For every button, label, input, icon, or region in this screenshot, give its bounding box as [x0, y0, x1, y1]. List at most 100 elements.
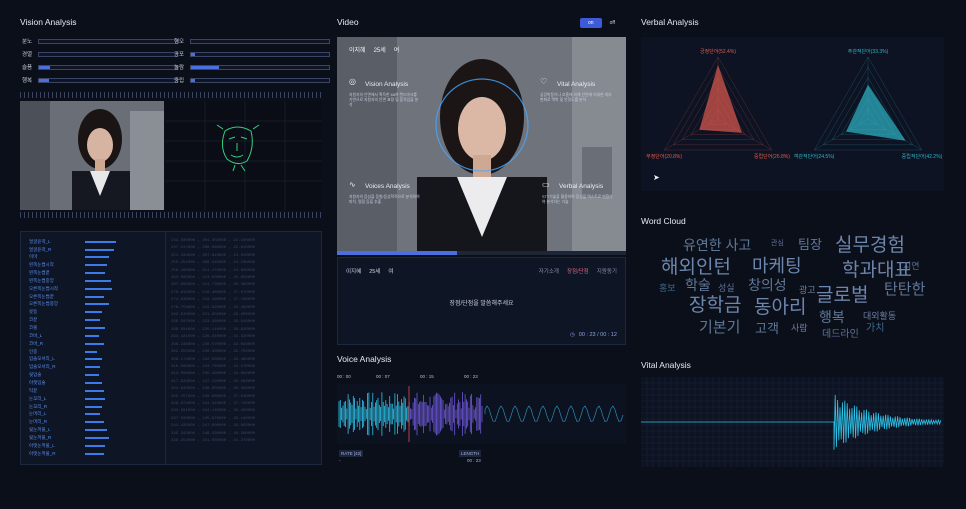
metric-label: 행복 — [22, 78, 33, 84]
metric-row: 슬픔 — [22, 63, 178, 71]
radar-right-shape — [846, 84, 906, 141]
metric-bar-fill — [39, 78, 49, 82]
question-tab[interactable]: 장점/단점 — [567, 267, 589, 275]
list-item-bar — [85, 256, 109, 259]
metric-label: 슬픔 — [22, 65, 33, 71]
cloud-word: 마케팅 — [752, 256, 802, 276]
cloud-word: 대외활동 — [863, 311, 897, 321]
metric-label: 놀람 — [174, 65, 185, 71]
candidate-name: 이지혜 — [346, 269, 362, 275]
cloud-word: 사람 — [791, 323, 808, 333]
list-item-bar — [85, 342, 104, 345]
cloud-word: 장학금 — [689, 295, 742, 316]
candidate-info: 이지혜 25세 여 — [346, 267, 393, 275]
cloud-word: 데드라인 — [822, 329, 859, 340]
list-item: 왼쪽눈썹끝 — [29, 269, 169, 276]
list-item: 얼굴윤곽_L — [29, 238, 169, 245]
list-item-bar — [85, 287, 113, 290]
radar-left-label: 부정단어(20.8%) — [646, 153, 682, 160]
video-gender: 여 — [393, 48, 400, 54]
list-item-name: 코바_R — [29, 340, 44, 346]
radar-left-label: 중립단어(26.8%) — [754, 153, 790, 160]
cloud-word: 글로벌 — [816, 285, 869, 306]
voice-waveform[interactable] — [337, 384, 626, 444]
voices-overlay-title: Voices Analysis — [365, 183, 410, 190]
list-item-bar — [85, 405, 102, 408]
metric-row: 중립 — [174, 76, 330, 84]
question-tab[interactable]: 지원동기 — [597, 267, 617, 275]
list-item-name: 얼굴윤곽_R — [29, 246, 52, 252]
length-label: LENGTH — [459, 450, 482, 457]
list-item: 아랫눈꺼풀_L — [29, 442, 169, 449]
list-item-name: 눈꼬리_L — [29, 395, 47, 401]
voice-footer: RATE [42] - LENGTH 00 : 23 — [337, 448, 626, 466]
cloud-word: 광고 — [799, 285, 816, 295]
list-item: 얼굴윤곽_R — [29, 246, 169, 253]
metric-bar-fill — [39, 65, 51, 69]
heart-icon: ♡ — [540, 77, 548, 86]
list-item-bar — [85, 319, 101, 322]
list-item-bar — [85, 381, 102, 384]
video-player[interactable]: 이지혜 25세 여 ◎ Vision Analysis 지원자의 안면에서 획득… — [337, 37, 626, 255]
timer: ◷ 00 : 23 / 00 : 12 — [570, 332, 617, 338]
rate-label: RATE [42] — [339, 450, 364, 457]
list-item-name: 코바_L — [29, 332, 43, 338]
metric-label: 분노 — [22, 39, 33, 45]
list-item: 코볼 — [29, 324, 169, 331]
list-item-bar — [85, 303, 109, 306]
list-item-name: 윗눈꺼풀_L — [29, 427, 51, 433]
metric-bar — [190, 38, 330, 44]
list-item-bar — [85, 444, 106, 447]
landmark-list: 얼굴윤곽_L 얼굴윤곽_R 이마 왼쪽눈썹시작 왼쪽눈썹끝 왼쪽눈썹중앙 오른쪽눈썹시작 오른… — [29, 238, 169, 464]
list-item-name: 눈머리_L — [29, 411, 47, 417]
list-item-name: 입술모서리_L — [29, 356, 55, 362]
candidate-age: 25세 — [369, 269, 381, 275]
cloud-word: 성실 — [718, 283, 735, 293]
tick-strip-top — [20, 92, 322, 98]
metric-row: 공포 — [174, 50, 330, 58]
list-item: 눈머리_R — [29, 419, 169, 426]
word-cloud: 유연한 사고 관심 팀장 실무경험 해외인턴 마케팅 학과대표 지연 홍보 학술 성실 창의성 광고 글로… — [641, 230, 944, 350]
list-item-name: 왼쪽눈썹시작 — [29, 262, 54, 268]
question-tab[interactable]: 자기소개 — [539, 267, 559, 275]
list-item-name: 왼쪽눈썹끝 — [29, 270, 50, 276]
metric-bar-fill — [191, 65, 219, 69]
overlay-toggle[interactable]: on off — [580, 18, 623, 28]
list-item-bar — [85, 397, 106, 400]
list-item: 오른쪽눈썹끝 — [29, 293, 169, 300]
landmark-visualization — [165, 101, 322, 210]
list-item: 콧등 — [29, 309, 169, 316]
timer-icon: ◷ — [569, 332, 575, 338]
toggle-on-button[interactable]: on — [580, 18, 602, 28]
list-item-bar — [85, 421, 104, 424]
video-name-tag: 이지혜 25세 여 — [349, 45, 399, 54]
list-item: 윗입술 — [29, 371, 169, 378]
list-item-name: 콧등 — [29, 309, 38, 315]
metric-label: 경멸 — [22, 52, 33, 58]
radar-right-label: 주관적단어(33.3%) — [848, 48, 889, 55]
cloud-word: 지연 — [903, 261, 920, 271]
cloud-word: 고객 — [755, 321, 779, 336]
list-item: 코바_R — [29, 340, 169, 347]
list-item-bar — [85, 389, 104, 392]
video-name: 이지혜 — [349, 48, 366, 54]
wordcloud-title: Word Cloud — [641, 216, 686, 226]
list-item-bar — [85, 366, 101, 369]
metric-row: 혐오 — [174, 37, 330, 45]
cloud-word: 관심 — [771, 240, 784, 247]
toggle-off-button[interactable]: off — [602, 18, 623, 28]
list-item-name: 윗눈꺼풀_R — [29, 434, 52, 440]
list-item: 턱끝 — [29, 387, 169, 394]
timeline-label: 00 : 00 — [337, 374, 351, 379]
cloud-word: 창의성 — [748, 277, 787, 293]
metric-bar — [190, 51, 330, 57]
list-item-name: 입술모서리_R — [29, 364, 56, 370]
list-item-name: 턱끝 — [29, 387, 38, 393]
landmark-list-panel: 얼굴윤곽_L 얼굴윤곽_R 이마 왼쪽눈썹시작 왼쪽눈썹끝 왼쪽눈썹중앙 오른쪽눈썹시작 오른… — [20, 231, 322, 465]
metric-label: 혐오 — [174, 39, 185, 45]
video-title: Video — [337, 17, 359, 27]
cloud-word: 학과대표 — [842, 260, 912, 281]
metric-bar — [190, 77, 330, 83]
cloud-word: 탄탄한 — [884, 281, 926, 298]
list-item-bar — [85, 327, 106, 330]
